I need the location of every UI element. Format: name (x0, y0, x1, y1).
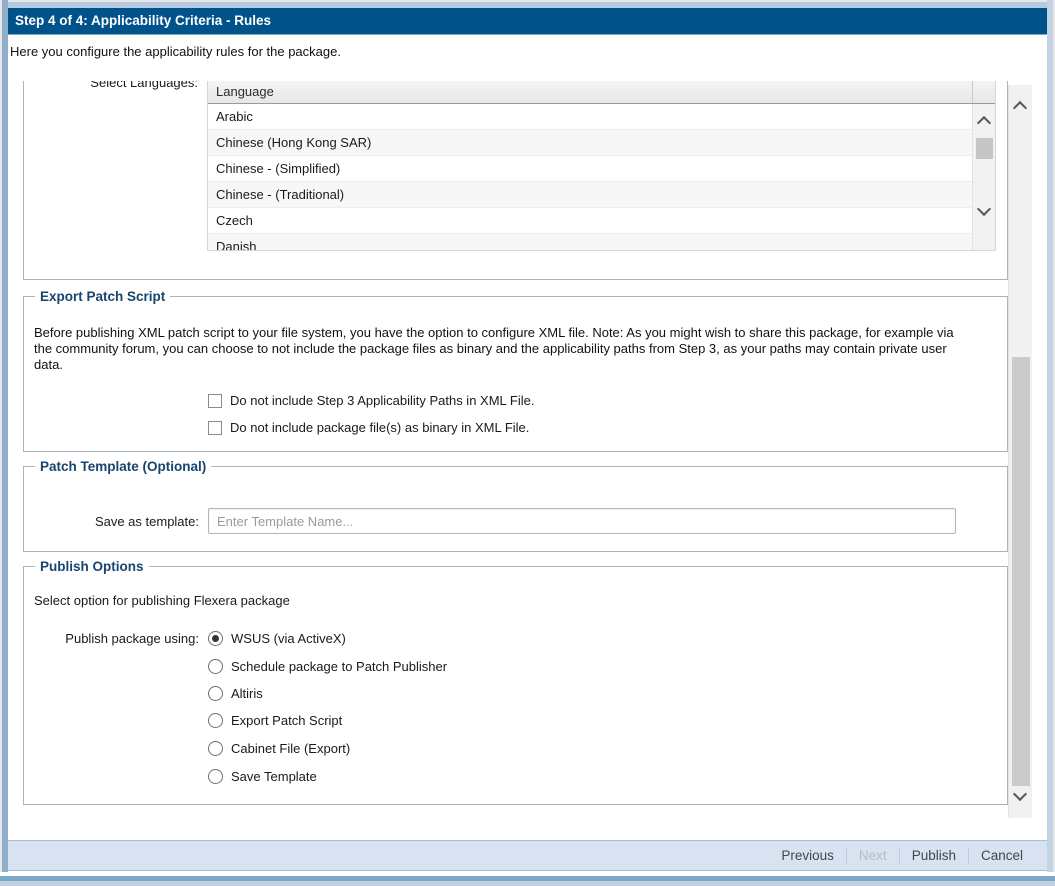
export-patch-script-description: Before publishing XML patch script to yo… (34, 325, 972, 373)
page-scrollbar[interactable] (1008, 85, 1032, 818)
language-listbox[interactable]: Language Arabic Chinese (Hong Kong SAR) … (207, 81, 996, 251)
template-name-input[interactable] (208, 508, 956, 534)
publish-options-description: Select option for publishing Flexera pac… (34, 593, 290, 608)
chevron-down-icon[interactable] (1013, 787, 1027, 801)
publish-options-title: Publish Options (35, 558, 149, 575)
select-languages-label: Select Languages: (48, 81, 198, 90)
window-frame-right (1047, 0, 1055, 872)
list-item[interactable]: Chinese - (Simplified) (208, 156, 972, 182)
footer-button-bar: Previous Next Publish Cancel (8, 840, 1047, 871)
list-item[interactable]: Chinese - (Traditional) (208, 182, 972, 208)
radio-label[interactable]: Schedule package to Patch Publisher (231, 659, 447, 674)
patch-template-group: Patch Template (Optional) Save as templa… (23, 466, 1008, 552)
language-list-scrollbar[interactable] (972, 104, 995, 250)
radio-button[interactable] (208, 686, 223, 701)
chevron-up-icon[interactable] (1013, 101, 1027, 115)
export-patch-script-title: Export Patch Script (35, 288, 170, 305)
list-item[interactable]: Danish (208, 234, 972, 251)
wizard-dialog: Step 4 of 4: Applicability Criteria - Ru… (8, 8, 1047, 872)
radio-label[interactable]: WSUS (via ActiveX) (231, 631, 346, 646)
radio-cabinet-file[interactable]: Cabinet File (Export) (208, 740, 350, 757)
dialog-title: Step 4 of 4: Applicability Criteria - Ru… (15, 13, 271, 28)
dialog-subtitle: Here you configure the applicability rul… (10, 44, 341, 59)
next-button: Next (847, 848, 899, 863)
cancel-button[interactable]: Cancel (969, 848, 1035, 863)
language-column-header-label: Language (216, 84, 274, 99)
radio-button[interactable] (208, 741, 223, 756)
checkbox-row-package-binary[interactable]: Do not include package file(s) as binary… (208, 420, 529, 435)
radio-button[interactable] (208, 631, 223, 646)
page-scrollbar-thumb[interactable] (1012, 357, 1030, 786)
checkbox-row-applicability-paths[interactable]: Do not include Step 3 Applicability Path… (208, 393, 534, 408)
publish-options-group: Publish Options Select option for publis… (23, 566, 1008, 805)
patch-template-title: Patch Template (Optional) (35, 458, 211, 475)
radio-wsus[interactable]: WSUS (via ActiveX) (208, 630, 346, 647)
chevron-down-icon[interactable] (977, 202, 991, 216)
language-list-scrollbar-thumb[interactable] (976, 138, 993, 159)
applicability-paths-checkbox[interactable] (208, 394, 222, 408)
scroll-content-viewport: Select Languages: Language Arabic Chines… (8, 81, 1008, 838)
radio-button[interactable] (208, 713, 223, 728)
package-binary-checkbox[interactable] (208, 421, 222, 435)
checkbox-label[interactable]: Do not include package file(s) as binary… (230, 420, 529, 435)
radio-label[interactable]: Save Template (231, 769, 317, 784)
radio-button[interactable] (208, 659, 223, 674)
window-frame-bottom (0, 872, 1055, 886)
list-item[interactable]: Arabic (208, 104, 972, 130)
dialog-title-bar: Step 4 of 4: Applicability Criteria - Ru… (8, 8, 1047, 35)
previous-button[interactable]: Previous (769, 848, 846, 863)
language-column-header[interactable]: Language (208, 81, 995, 104)
radio-schedule-patch-publisher[interactable]: Schedule package to Patch Publisher (208, 658, 447, 675)
radio-label[interactable]: Altiris (231, 686, 263, 701)
radio-altiris[interactable]: Altiris (208, 685, 263, 702)
radio-save-template[interactable]: Save Template (208, 768, 317, 785)
radio-label[interactable]: Cabinet File (Export) (231, 741, 350, 756)
language-header-scroll-cell (972, 81, 995, 103)
publish-button[interactable]: Publish (900, 848, 968, 863)
chevron-up-icon[interactable] (977, 116, 991, 130)
save-as-template-label: Save as template: (64, 514, 199, 529)
checkbox-label[interactable]: Do not include Step 3 Applicability Path… (230, 393, 534, 408)
radio-export-patch-script[interactable]: Export Patch Script (208, 712, 342, 729)
window-frame-left (0, 0, 8, 872)
radio-button[interactable] (208, 769, 223, 784)
export-patch-script-group: Export Patch Script Before publishing XM… (23, 296, 1008, 452)
radio-label[interactable]: Export Patch Script (231, 713, 342, 728)
window-frame-top (0, 0, 1055, 8)
list-item[interactable]: Czech (208, 208, 972, 234)
list-item[interactable]: Chinese (Hong Kong SAR) (208, 130, 972, 156)
publish-package-using-label: Publish package using: (44, 631, 199, 646)
